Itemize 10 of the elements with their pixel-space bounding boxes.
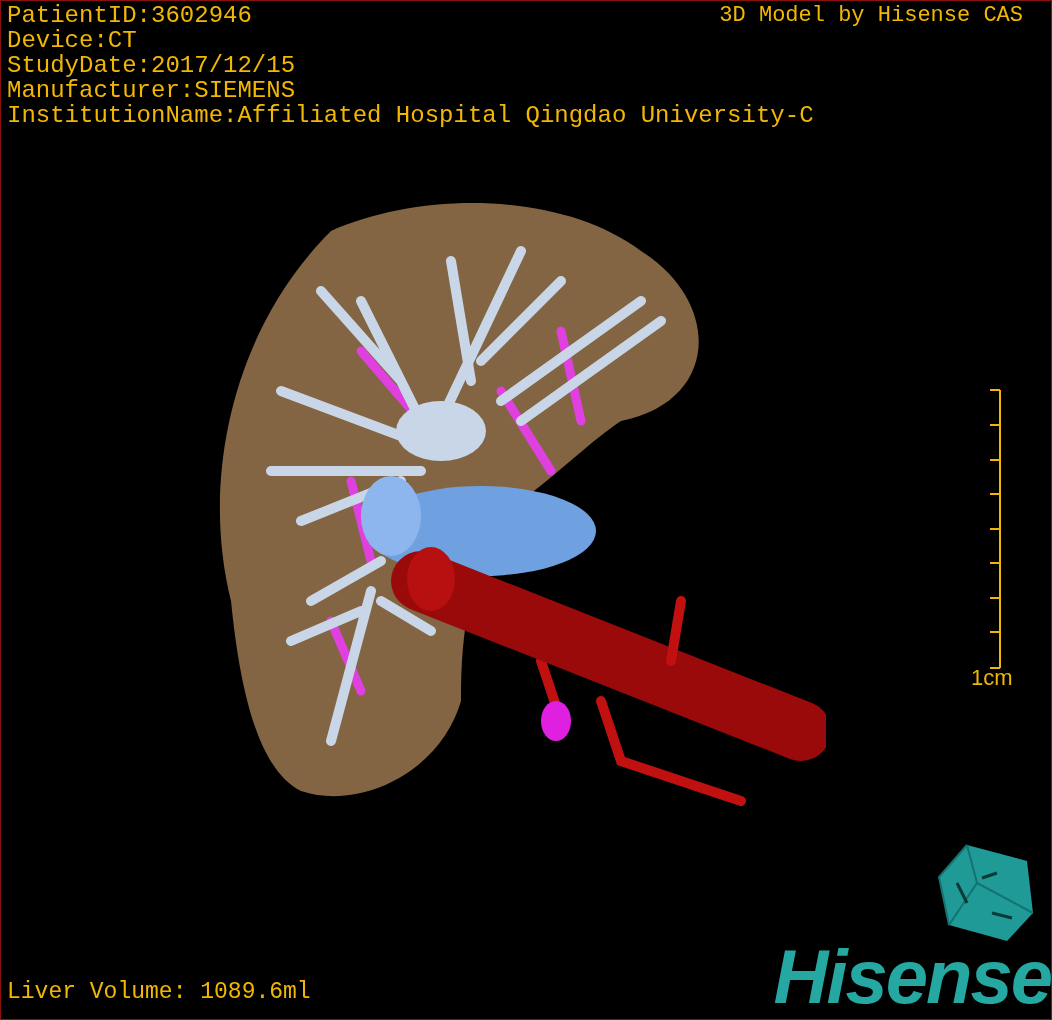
scale-label: 1cm	[971, 665, 1013, 691]
info-text: Manufacturer:SIEMENS	[7, 78, 296, 103]
cube-logo-icon	[937, 843, 1035, 943]
info-text: Device:CT	[7, 28, 137, 53]
info-text: StudyDate:2017/12/15	[7, 53, 296, 78]
info-text: PatientID:3602946	[7, 3, 252, 28]
info-text: InstitutionName:Affiliated Hospital Qingdao University-C	[7, 103, 814, 128]
volume-text: Liver Volume: 1089.6ml	[7, 979, 311, 1005]
brand-logo-text: Hisense	[773, 939, 1051, 1015]
title-text: 3D Model by Hisense CAS	[719, 3, 1023, 28]
